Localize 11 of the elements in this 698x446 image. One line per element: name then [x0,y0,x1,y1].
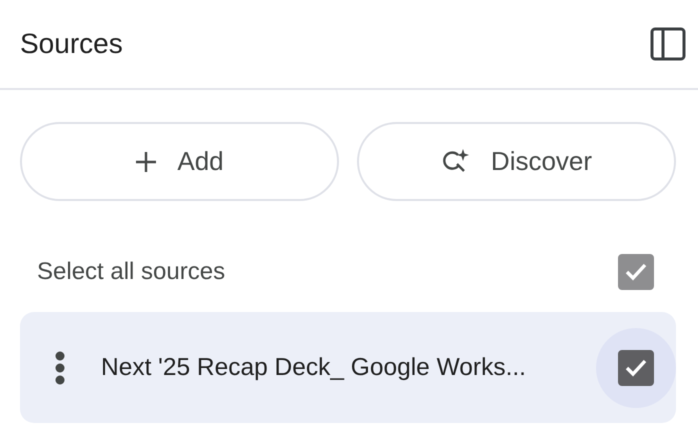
checkbox[interactable] [618,254,654,290]
panel-title: Sources [20,28,123,60]
plus-icon [135,150,158,172]
add-button[interactable]: Add [20,122,339,201]
sidebar-toggle-icon[interactable] [650,26,686,62]
source-title: Next '25 Recap Deck_ Google Works... [101,354,527,382]
checkbox[interactable] [618,350,654,386]
source-item[interactable]: Next '25 Recap Deck_ Google Works... [20,312,676,423]
select-all-label: Select all sources [37,258,226,286]
discover-button[interactable]: Discover [357,122,676,201]
more-options-icon[interactable] [54,350,66,386]
